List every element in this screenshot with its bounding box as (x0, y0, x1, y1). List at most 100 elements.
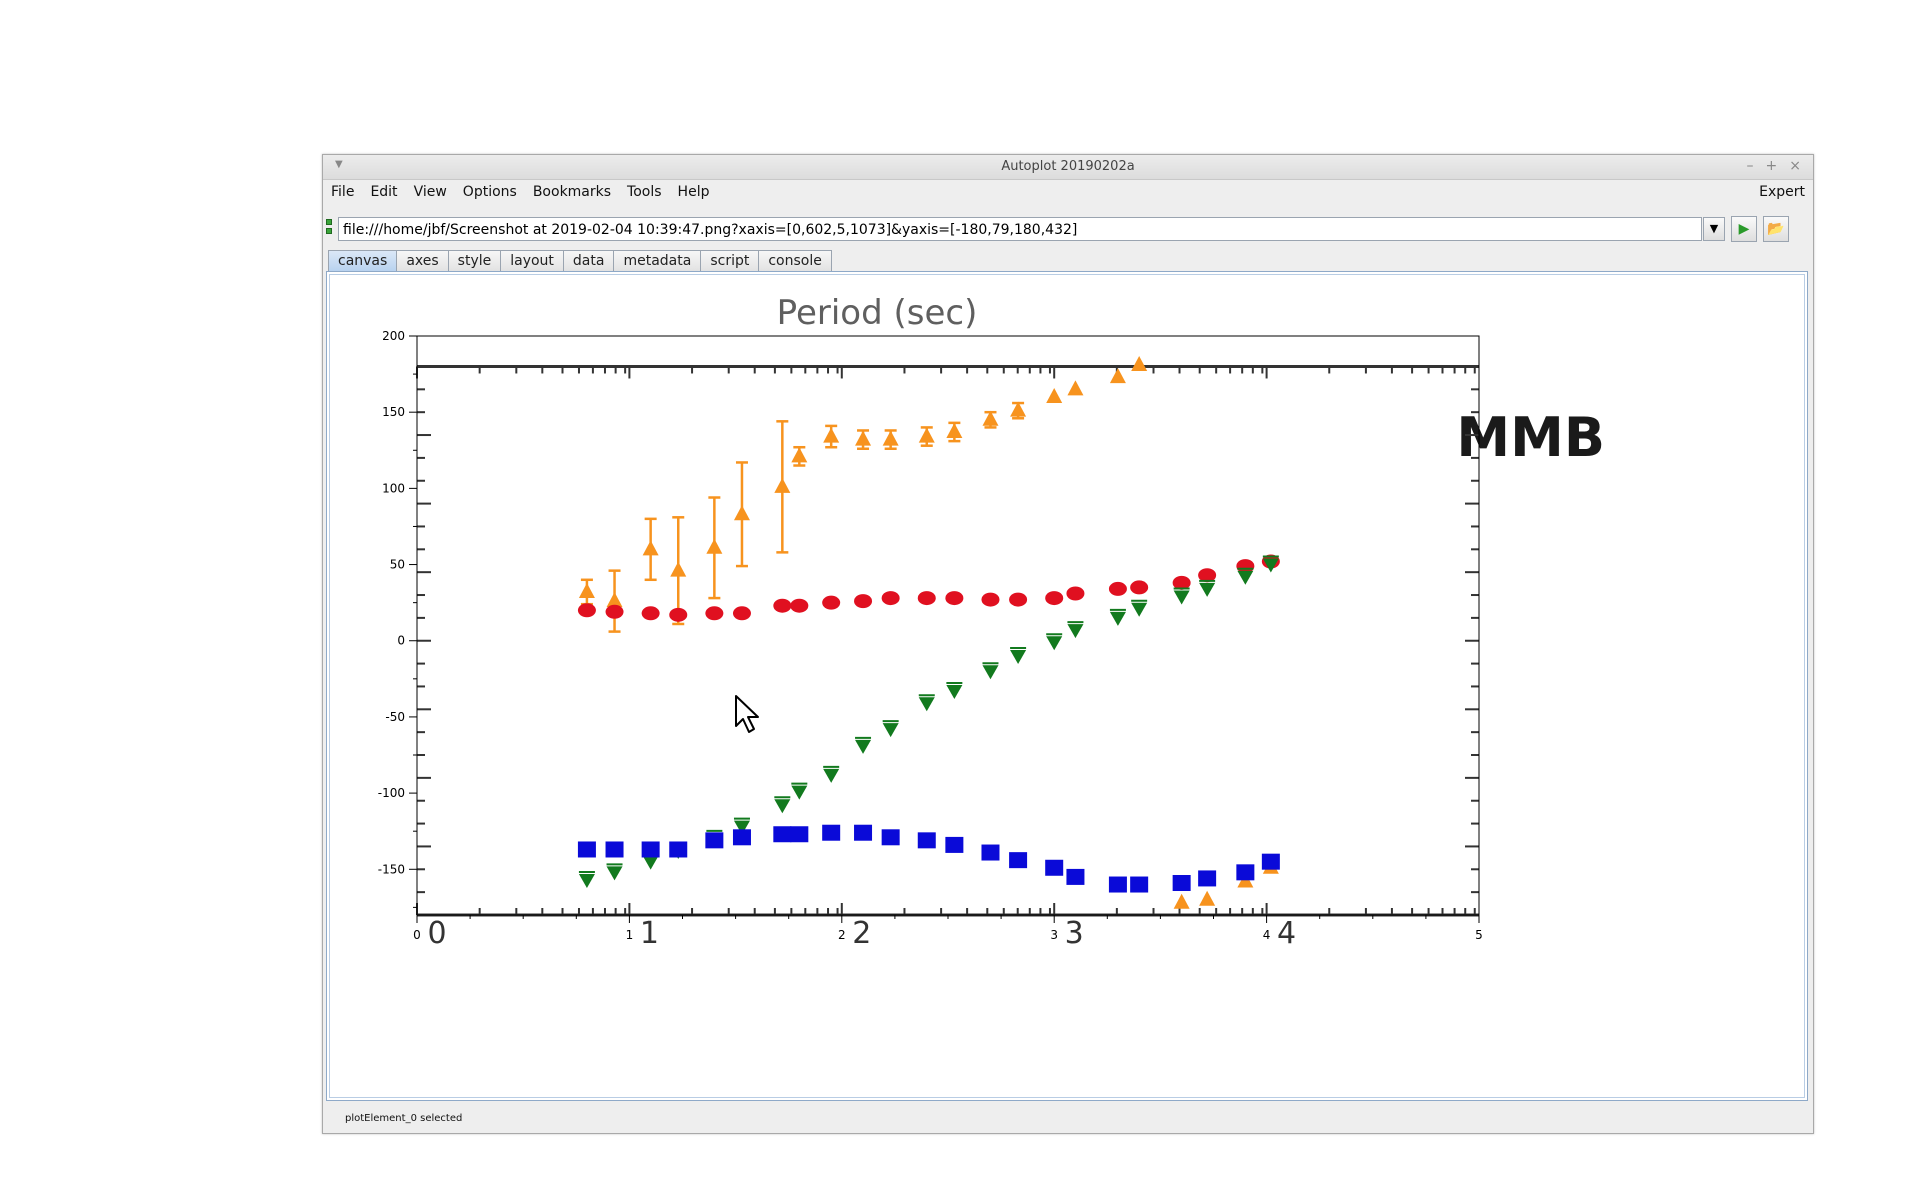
data-point-triangle-up (706, 538, 723, 554)
data-point-square (1009, 852, 1028, 869)
data-point-triangle-up (774, 477, 791, 493)
data-point-triangle-down (1173, 590, 1190, 605)
data-point-square (773, 826, 792, 843)
data-point-triangle-down (791, 785, 808, 800)
data-point-square (1198, 870, 1217, 887)
tab-style[interactable]: style (447, 250, 502, 271)
data-point-square (1108, 876, 1127, 893)
data-point-circle (641, 606, 660, 621)
y-tick-label: 100 (382, 481, 405, 495)
folder-icon: 📂 (1767, 221, 1785, 237)
x-tick-label: 3 (1050, 928, 1058, 942)
status-message: plotElement_0 selected (345, 1113, 463, 1124)
menu-options[interactable]: Options (455, 184, 525, 200)
data-point-circle (732, 606, 751, 621)
data-point-triangle-down (1109, 611, 1126, 626)
data-point-square (605, 841, 624, 858)
data-point-square (1261, 853, 1280, 870)
data-point-circle (605, 604, 624, 619)
data-point-triangle-up (946, 422, 963, 438)
data-point-circle (1045, 591, 1064, 606)
play-icon: ▶ (1738, 221, 1750, 237)
browse-button[interactable]: 📂 (1763, 216, 1789, 242)
data-point-square (945, 836, 964, 853)
mouse-cursor-icon (735, 695, 759, 733)
plot-marks (577, 355, 1280, 909)
data-point-triangle-down (1237, 570, 1254, 585)
tab-canvas[interactable]: canvas (328, 250, 398, 271)
data-point-circle (1108, 581, 1127, 596)
plot-canvas[interactable]: Period (sec) MMB 01234 -150-100-50050100… (327, 272, 1807, 1100)
close-icon[interactable]: × (1789, 158, 1801, 174)
expert-menu[interactable]: Expert (1759, 184, 1805, 200)
url-history-dropdown[interactable]: ▼ (1703, 217, 1725, 241)
minimize-icon[interactable]: – (1747, 158, 1754, 174)
data-point-triangle-up (670, 561, 687, 577)
plot-frame (416, 335, 1480, 916)
window-controls: – + × (1747, 158, 1801, 174)
tab-layout[interactable]: layout (500, 250, 564, 271)
data-point-triangle-up (642, 540, 659, 556)
data-point-triangle-down (1131, 602, 1148, 617)
data-point-square (1236, 864, 1255, 881)
data-point-triangle-up (733, 505, 750, 521)
data-point-circle (1009, 592, 1028, 607)
chevron-down-icon: ▼ (1709, 222, 1719, 235)
menu-tools[interactable]: Tools (619, 184, 670, 200)
data-point-square (1172, 875, 1191, 892)
url-input[interactable]: file:///home/jbf/Screenshot at 2019-02-0… (338, 217, 1702, 241)
drag-grip-icon[interactable] (326, 219, 333, 237)
x-tick-label: 1 (626, 928, 634, 942)
data-point-triangle-down (1046, 636, 1063, 651)
image-heading: Period (sec) (777, 293, 978, 333)
tab-axes[interactable]: axes (396, 250, 449, 271)
data-point-triangle-up (918, 427, 935, 443)
x-tick-label: 2 (838, 928, 846, 942)
image-ticks: 0 1 2 3 4 (416, 364, 1479, 951)
menu-bar: File Edit View Options Bookmarks Tools H… (323, 180, 1813, 204)
data-point-triangle-up (855, 430, 872, 446)
y-tick-label: 200 (382, 329, 405, 343)
data-point-circle (1130, 580, 1149, 595)
data-point-square (669, 841, 688, 858)
data-point-circle (981, 592, 1000, 607)
plot-axes: -150 -100 -50 0 50 100 150 200 0 1 2 3 4 5 (378, 329, 1483, 942)
data-point-triangle-up (882, 430, 899, 446)
data-point-square (822, 824, 841, 841)
data-point-square (1130, 876, 1149, 893)
tab-data[interactable]: data (562, 250, 615, 271)
data-point-triangle-down (578, 873, 595, 888)
menu-view[interactable]: View (406, 184, 455, 200)
tab-metadata[interactable]: metadata (613, 250, 702, 271)
data-point-circle (854, 594, 873, 609)
data-point-triangle-down (982, 665, 999, 680)
image-x-tick-label: 2 (852, 916, 871, 951)
title-bar[interactable]: ▼ Autoplot 20190202a – + × (323, 155, 1813, 180)
data-point-square (790, 826, 809, 843)
data-point-triangle-up (823, 427, 840, 443)
tab-script[interactable]: script (700, 250, 760, 271)
data-point-triangle-down (823, 768, 840, 783)
menu-edit[interactable]: Edit (362, 184, 405, 200)
x-tick-label: 5 (1475, 928, 1483, 942)
menu-file[interactable]: File (323, 184, 362, 200)
plot-go-button[interactable]: ▶ (1731, 216, 1757, 242)
data-point-triangle-down (1067, 624, 1084, 639)
data-point-square (917, 832, 936, 849)
maximize-icon[interactable]: + (1766, 158, 1778, 174)
data-point-triangle-up (1131, 355, 1148, 371)
data-point-triangle-down (642, 855, 659, 870)
menu-help[interactable]: Help (670, 184, 718, 200)
data-point-triangle-down (946, 685, 963, 700)
image-x-tick-label: 0 (427, 916, 446, 951)
canvas-panel[interactable]: Period (sec) MMB 01234 -150 -100 -50 0 50 100… (326, 271, 1808, 1101)
menu-bookmarks[interactable]: Bookmarks (525, 184, 619, 200)
data-point-square (854, 824, 873, 841)
image-x-tick-label: 4 (1277, 916, 1296, 951)
data-point-triangle-down (1199, 582, 1216, 597)
autoplot-window: ▼ Autoplot 20190202a – + × File Edit Vie… (322, 154, 1814, 1134)
tab-console[interactable]: console (758, 250, 832, 271)
y-tick-label: -100 (378, 786, 405, 800)
y-tick-label: 50 (390, 558, 405, 572)
data-point-square (641, 841, 660, 858)
